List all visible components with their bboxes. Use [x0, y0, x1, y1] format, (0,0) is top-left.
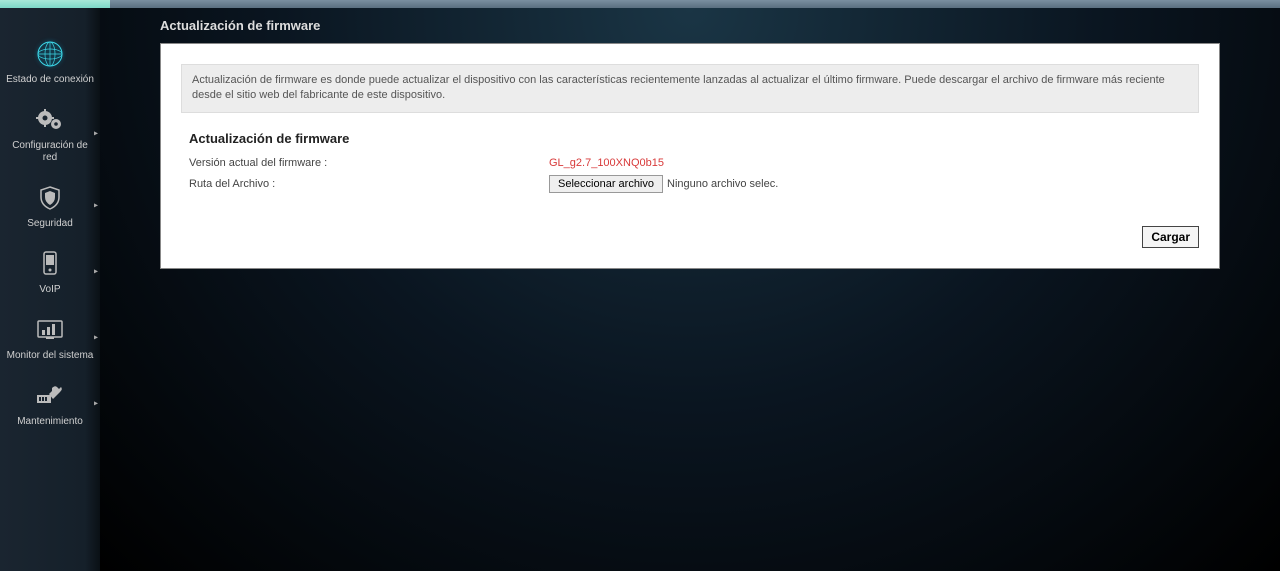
sidebar-item-label: Estado de conexión — [2, 74, 98, 86]
page-title: Actualización de firmware — [100, 8, 1280, 43]
chevron-right-icon: ▸ — [94, 267, 98, 276]
version-label: Versión actual del firmware : — [189, 157, 549, 169]
sidebar-item-monitor[interactable]: Monitor del sistema ▸ — [0, 304, 100, 370]
info-box: Actualización de firmware es donde puede… — [181, 64, 1199, 113]
main-content: Actualización de firmware Actualización … — [100, 8, 1280, 571]
filepath-label: Ruta del Archivo : — [189, 178, 549, 190]
filepath-row: Ruta del Archivo : Seleccionar archivo N… — [181, 172, 1199, 196]
chevron-right-icon: ▸ — [94, 399, 98, 408]
select-file-button[interactable]: Seleccionar archivo — [549, 175, 663, 193]
sidebar-item-maintenance[interactable]: Mantenimiento ▸ — [0, 370, 100, 436]
shield-icon — [34, 182, 66, 214]
sidebar-item-label: Mantenimiento — [13, 416, 87, 428]
version-row: Versión actual del firmware : GL_g2.7_10… — [181, 154, 1199, 172]
sidebar-item-security[interactable]: Seguridad ▸ — [0, 172, 100, 238]
chevron-right-icon: ▸ — [94, 333, 98, 342]
chart-monitor-icon — [34, 314, 66, 346]
gears-icon — [34, 104, 66, 136]
wrench-icon — [34, 380, 66, 412]
version-value: GL_g2.7_100XNQ0b15 — [549, 157, 664, 169]
globe-icon — [34, 38, 66, 70]
chevron-right-icon: ▸ — [94, 201, 98, 210]
topbar-accent — [0, 0, 110, 8]
sidebar: Estado de conexión Configuración de red … — [0, 8, 100, 571]
sidebar-item-label: Seguridad — [23, 218, 77, 230]
section-title: Actualización de firmware — [181, 131, 1199, 146]
sidebar-item-label: Monitor del sistema — [3, 350, 98, 362]
load-button[interactable]: Cargar — [1142, 226, 1199, 248]
chevron-right-icon: ▸ — [94, 129, 98, 138]
phone-icon — [34, 248, 66, 280]
topbar — [0, 0, 1280, 8]
sidebar-item-voip[interactable]: VoIP ▸ — [0, 238, 100, 304]
sidebar-item-label: VoIP — [35, 284, 64, 296]
firmware-panel: Actualización de firmware es donde puede… — [160, 43, 1220, 269]
button-row: Cargar — [181, 226, 1199, 248]
sidebar-item-label: Configuración de red — [0, 140, 100, 164]
file-status: Ninguno archivo selec. — [667, 178, 778, 190]
sidebar-item-status[interactable]: Estado de conexión — [0, 28, 100, 94]
sidebar-item-network[interactable]: Configuración de red ▸ — [0, 94, 100, 172]
